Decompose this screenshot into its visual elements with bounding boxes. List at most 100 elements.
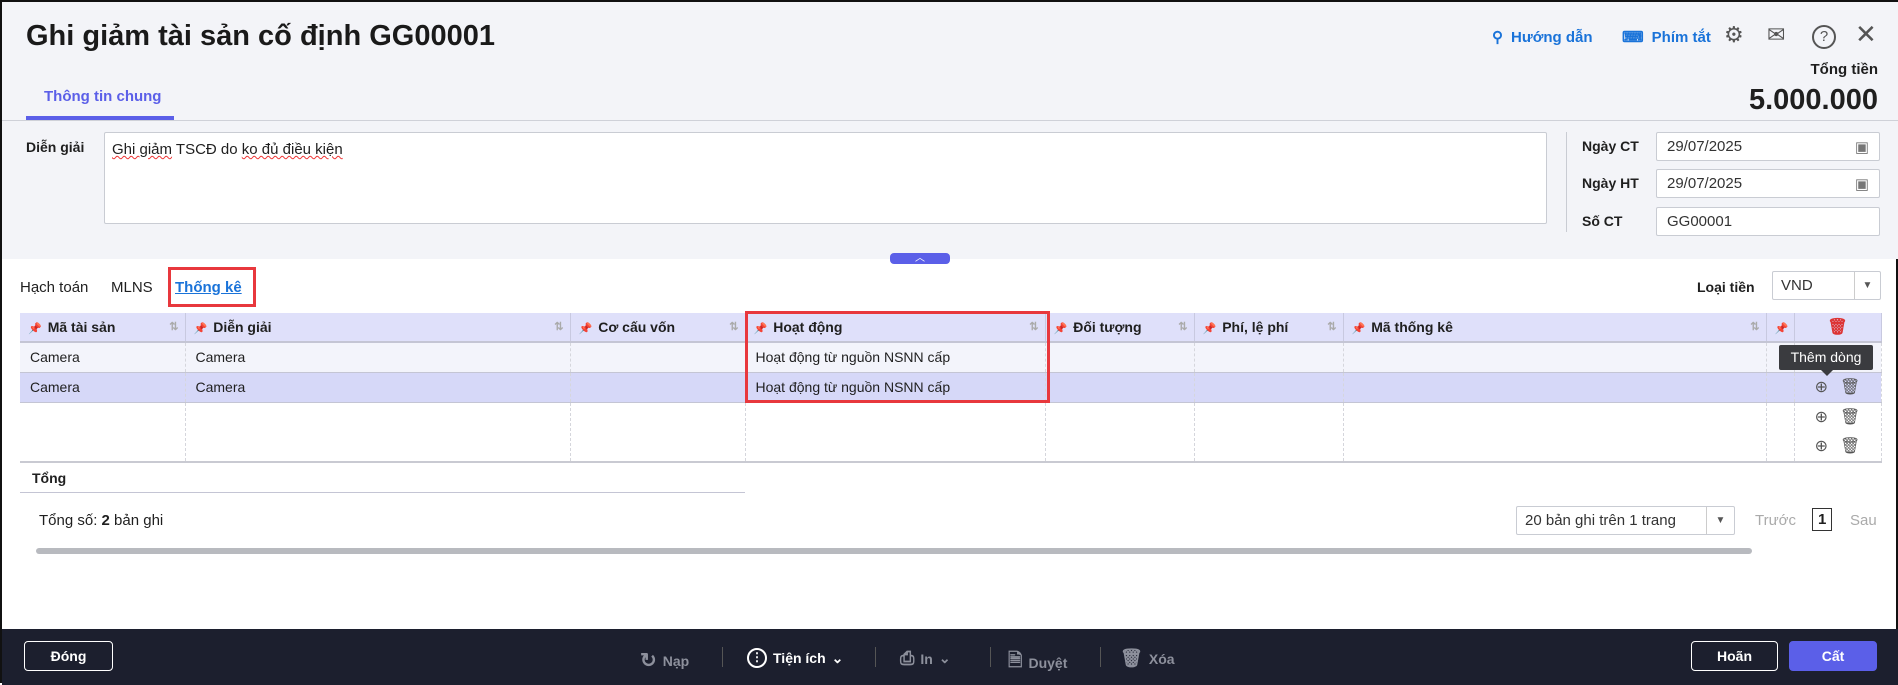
trash-icon[interactable]: 🗑 bbox=[1840, 379, 1860, 396]
cell[interactable]: Camera bbox=[185, 342, 571, 373]
next-page-button[interactable]: Sau bbox=[1850, 512, 1877, 529]
col-label: Cơ cấu vốn bbox=[598, 319, 676, 335]
calendar-icon[interactable]: ▣ bbox=[1855, 138, 1869, 156]
col-label: Diễn giải bbox=[213, 319, 272, 335]
tooltip-add-row: Thêm dòng bbox=[1779, 345, 1873, 376]
pin-icon[interactable]: 📌 bbox=[579, 323, 593, 335]
ngay-ht-input[interactable]: 29/07/2025 ▣ bbox=[1656, 169, 1880, 198]
defer-button[interactable]: Hoãn bbox=[1691, 641, 1778, 671]
utilities-label: Tiện ích bbox=[773, 650, 826, 666]
footer-bar: Đóng ↻ Nạp ⋮ Tiện ích ⌄ ⎙ In ⌄ 🗎 Duyệt 🗑 Xóa Ho… bbox=[2, 629, 1898, 685]
sort-icon[interactable]: ⇅ bbox=[554, 320, 563, 333]
sort-icon[interactable]: ⇅ bbox=[729, 320, 738, 333]
cell[interactable] bbox=[1343, 342, 1767, 373]
pin-icon[interactable]: 📌 bbox=[1775, 323, 1789, 335]
close-button[interactable]: Đóng bbox=[24, 641, 113, 671]
print-label: In bbox=[920, 650, 933, 667]
ngay-ct-value: 29/07/2025 bbox=[1667, 138, 1743, 155]
refresh-icon: ↻ bbox=[640, 650, 657, 672]
prev-page-button[interactable]: Trước bbox=[1755, 512, 1796, 529]
delete-label: Xóa bbox=[1148, 650, 1175, 667]
calendar-icon[interactable]: ▣ bbox=[1855, 175, 1869, 193]
col-pin[interactable]: 📌 bbox=[1766, 313, 1795, 343]
empty-row: ⊕ 🗑 ⊕ 🗑 bbox=[20, 402, 1882, 463]
ngay-ht-label: Ngày HT bbox=[1582, 175, 1639, 191]
email-send-icon[interactable]: ✉ bbox=[1767, 22, 1785, 48]
so-ct-value: GG00001 bbox=[1667, 213, 1733, 230]
add-row-icon[interactable]: ⊕ bbox=[1815, 409, 1828, 426]
cell[interactable] bbox=[1194, 372, 1344, 403]
trash-icon[interactable]: 🗑 bbox=[1840, 438, 1860, 455]
cell[interactable] bbox=[570, 372, 746, 403]
cell[interactable] bbox=[570, 342, 746, 373]
cell[interactable] bbox=[1045, 372, 1195, 403]
trash-icon[interactable]: 🗑 bbox=[1840, 409, 1860, 426]
total-row-label: Tổng bbox=[32, 470, 67, 486]
desc-label: Diễn giải bbox=[26, 139, 85, 155]
approve-button[interactable]: 🗎 Duyệt bbox=[1008, 648, 1067, 678]
currency-select[interactable]: VND ▼ bbox=[1772, 271, 1881, 300]
col-co-cau-von[interactable]: 📌 Cơ cấu vốn ⇅ bbox=[570, 313, 746, 343]
collapse-button[interactable]: ︿ bbox=[890, 253, 950, 264]
vertical-divider bbox=[1566, 132, 1567, 232]
page-number[interactable]: 1 bbox=[1812, 508, 1833, 531]
delete-all-icon[interactable]: 🗑 bbox=[1827, 319, 1847, 336]
sort-icon[interactable]: ⇅ bbox=[1750, 320, 1759, 333]
horizontal-scrollbar[interactable] bbox=[36, 548, 1752, 554]
subtab-mlns[interactable]: MLNS bbox=[111, 279, 153, 296]
keyboard-icon: ⌨ bbox=[1622, 29, 1644, 46]
currency-label: Loại tiền bbox=[1697, 279, 1755, 295]
gear-icon[interactable]: ⚙ bbox=[1724, 22, 1744, 48]
chevron-down-icon: ⌄ bbox=[831, 649, 844, 666]
print-button[interactable]: ⎙ In ⌄ bbox=[900, 648, 951, 669]
cell[interactable]: Camera bbox=[20, 372, 186, 403]
chevron-down-icon: ▼ bbox=[1706, 507, 1734, 534]
pin-icon[interactable]: 📌 bbox=[28, 323, 42, 335]
reload-button[interactable]: ↻ Nạp bbox=[640, 648, 689, 673]
so-ct-input[interactable]: GG00001 bbox=[1656, 207, 1880, 236]
total-row-line bbox=[20, 492, 745, 493]
count-prefix: Tổng số: bbox=[39, 512, 102, 529]
col-dien-giai[interactable]: 📌 Diễn giải ⇅ bbox=[185, 313, 571, 343]
ngay-ct-input[interactable]: 29/07/2025 ▣ bbox=[1656, 132, 1880, 161]
document-icon: 🗎 bbox=[1008, 650, 1023, 670]
close-icon[interactable]: ✕ bbox=[1855, 19, 1877, 50]
sort-icon[interactable]: ⇅ bbox=[1327, 320, 1336, 333]
currency-value: VND bbox=[1781, 277, 1813, 294]
cell[interactable] bbox=[1045, 342, 1195, 373]
cell[interactable]: Camera bbox=[20, 342, 186, 373]
tab-general-info[interactable]: Thông tin chung bbox=[44, 88, 161, 105]
col-ma-tai-san[interactable]: 📌 Mã tài sản ⇅ bbox=[20, 313, 186, 343]
page-size-select[interactable]: 20 bản ghi trên 1 trang ▼ bbox=[1516, 506, 1735, 535]
desc-text-1: Ghi giảm bbox=[112, 141, 173, 158]
shortcuts-link[interactable]: ⌨ Phím tắt bbox=[1622, 28, 1711, 47]
col-doi-tuong[interactable]: 📌 Đối tượng ⇅ bbox=[1045, 313, 1195, 343]
signpost-icon: ⚲ bbox=[1492, 29, 1503, 46]
add-row-icon[interactable]: ⊕ bbox=[1815, 379, 1828, 396]
sort-icon[interactable]: ⇅ bbox=[169, 320, 178, 333]
pin-icon[interactable]: 📌 bbox=[1054, 323, 1068, 335]
utilities-button[interactable]: ⋮ Tiện ích ⌄ bbox=[747, 648, 843, 668]
sort-icon[interactable]: ⇅ bbox=[1178, 320, 1187, 333]
delete-button[interactable]: 🗑 Xóa bbox=[1120, 648, 1175, 669]
cell[interactable] bbox=[1343, 372, 1767, 403]
help-icon[interactable]: ? bbox=[1812, 25, 1836, 49]
count-suffix: bản ghi bbox=[109, 512, 164, 529]
pin-icon[interactable]: 📌 bbox=[1352, 323, 1366, 335]
col-ma-thong-ke[interactable]: 📌 Mã thống kê ⇅ bbox=[1343, 313, 1767, 343]
guide-label: Hướng dẫn bbox=[1511, 28, 1593, 46]
add-row-icon[interactable]: ⊕ bbox=[1815, 438, 1828, 455]
cell[interactable] bbox=[1194, 342, 1344, 373]
pin-icon[interactable]: 📌 bbox=[1203, 323, 1217, 335]
pin-icon[interactable]: 📌 bbox=[194, 323, 208, 335]
desc-textarea[interactable]: Ghi giảm TSCĐ do ko đủ điều kiện bbox=[104, 132, 1547, 224]
col-label: Đối tượng bbox=[1073, 319, 1142, 335]
reload-label: Nạp bbox=[662, 652, 690, 669]
save-button[interactable]: Cất bbox=[1789, 641, 1877, 671]
guide-link[interactable]: ⚲ Hướng dẫn bbox=[1492, 28, 1593, 47]
chevron-down-icon: ⌄ bbox=[938, 650, 951, 666]
page-title: Ghi giảm tài sản cố định GG00001 bbox=[26, 20, 495, 52]
cell[interactable]: Camera bbox=[185, 372, 571, 403]
subtab-hach-toan[interactable]: Hạch toán bbox=[20, 279, 88, 296]
col-phi-le-phi[interactable]: 📌 Phí, lệ phí ⇅ bbox=[1194, 313, 1344, 343]
